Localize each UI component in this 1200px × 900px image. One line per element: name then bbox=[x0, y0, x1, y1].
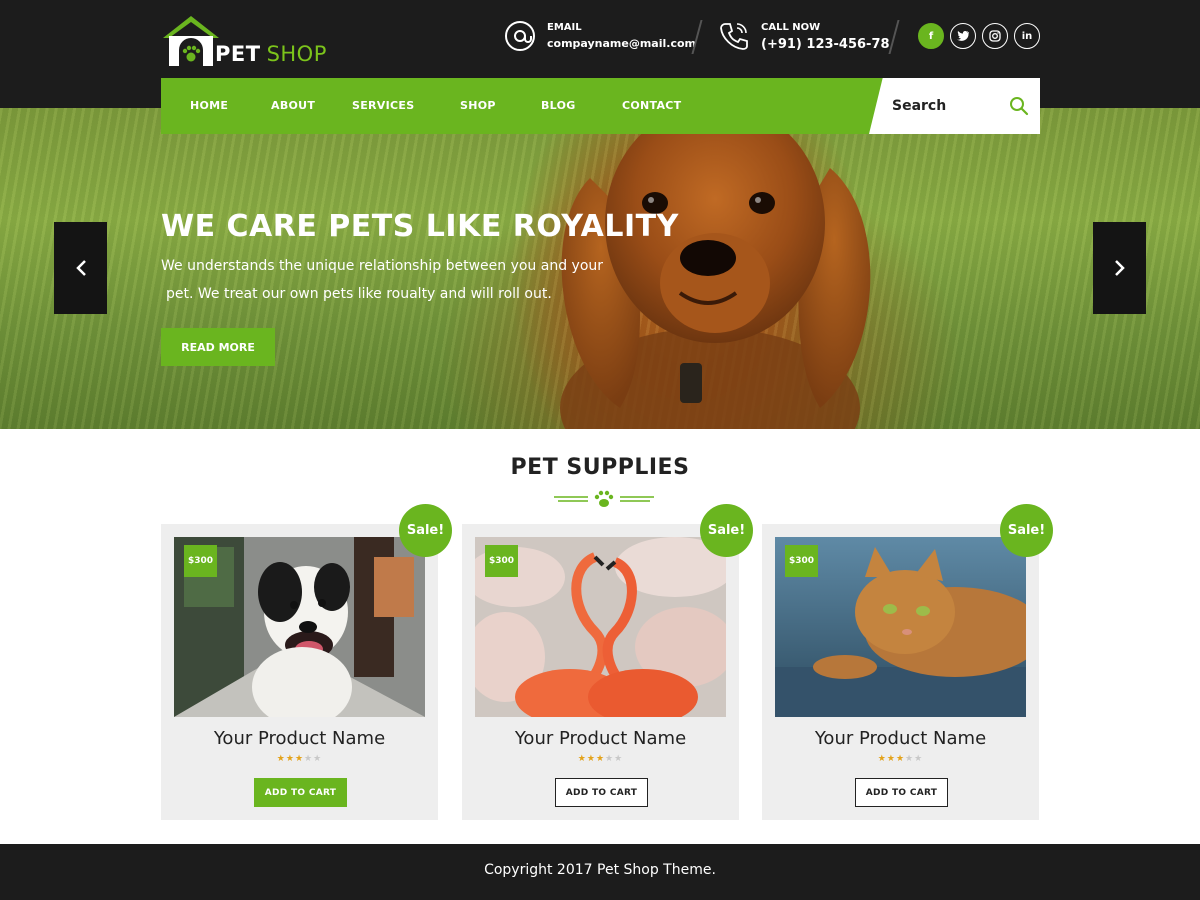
star-icon: ★ bbox=[304, 754, 314, 764]
nav-item-blog[interactable]: BLOG bbox=[541, 99, 576, 112]
main-nav: HOME ABOUT SERVICES SHOP BLOG CONTACT Se… bbox=[161, 78, 1040, 134]
search-input[interactable]: Search bbox=[869, 78, 1040, 134]
read-more-button[interactable]: READ MORE bbox=[161, 328, 275, 366]
email-label: EMAIL bbox=[547, 22, 582, 33]
footer: Copyright 2017 Pet Shop Theme. bbox=[0, 844, 1200, 900]
nav-item-services[interactable]: SERVICES bbox=[352, 99, 414, 112]
section-title-rest: SUPPLIES bbox=[566, 455, 690, 480]
product-card: $300 Sale! Your Product Name ★★★★★ ADD T… bbox=[462, 504, 753, 820]
price-badge: $300 bbox=[184, 545, 217, 577]
rating-stars: ★★★★★ bbox=[762, 754, 1039, 764]
star-icon: ★ bbox=[285, 754, 295, 764]
call-label: CALL NOW bbox=[761, 22, 821, 33]
search-icon[interactable] bbox=[1009, 96, 1029, 116]
twitter-icon[interactable] bbox=[950, 23, 976, 49]
linkedin-icon[interactable]: in bbox=[1014, 23, 1040, 49]
nav-item-home[interactable]: HOME bbox=[190, 99, 228, 112]
rating-stars: ★★★★★ bbox=[462, 754, 739, 764]
product-image-dog[interactable]: $300 bbox=[174, 537, 425, 717]
star-icon: ★ bbox=[614, 754, 624, 764]
hero-slider: WE CARE PETS LIKE ROYALITY We understand… bbox=[0, 108, 1200, 429]
at-sign-icon bbox=[505, 21, 535, 51]
product-name[interactable]: Your Product Name bbox=[462, 728, 739, 749]
sale-badge: Sale! bbox=[1000, 504, 1053, 557]
hero-title: WE CARE PETS LIKE ROYALITY bbox=[161, 209, 679, 244]
email-value[interactable]: compayname@mail.com bbox=[547, 37, 696, 50]
nav-item-about[interactable]: ABOUT bbox=[271, 99, 315, 112]
star-icon: ★ bbox=[877, 754, 887, 764]
chevron-left-icon bbox=[75, 260, 86, 276]
star-icon: ★ bbox=[905, 754, 915, 764]
instagram-icon[interactable] bbox=[982, 23, 1008, 49]
site-logo[interactable]: PET SHOP bbox=[161, 14, 341, 70]
star-icon: ★ bbox=[586, 754, 596, 764]
copyright-text: Copyright 2017 Pet Shop Theme. bbox=[484, 862, 716, 878]
rating-stars: ★★★★★ bbox=[161, 754, 438, 764]
chevron-right-icon bbox=[1114, 260, 1125, 276]
brand-name-part1: PET bbox=[215, 42, 261, 66]
call-value[interactable]: (+91) 123-456-78 bbox=[761, 37, 890, 52]
search-placeholder: Search bbox=[892, 98, 947, 114]
add-to-cart-button[interactable]: ADD TO CART bbox=[254, 778, 347, 807]
brand-name-part2: SHOP bbox=[266, 42, 327, 66]
paw-divider-icon bbox=[554, 490, 654, 507]
header-divider bbox=[888, 20, 900, 54]
star-icon: ★ bbox=[276, 754, 286, 764]
add-to-cart-button[interactable]: ADD TO CART bbox=[555, 778, 648, 807]
price-badge: $300 bbox=[785, 545, 818, 577]
phone-icon bbox=[720, 23, 748, 50]
brand-name: PET SHOP bbox=[215, 42, 327, 66]
star-icon: ★ bbox=[886, 754, 896, 764]
star-icon: ★ bbox=[294, 754, 305, 764]
section-title: PET SUPPLIES bbox=[0, 455, 1200, 480]
slider-next-button[interactable] bbox=[1093, 222, 1146, 314]
price-badge: $300 bbox=[485, 545, 518, 577]
product-card: $300 Sale! Your Product Name ★★★★★ ADD T… bbox=[762, 504, 1053, 820]
facebook-icon[interactable]: f bbox=[918, 23, 944, 49]
sale-badge: Sale! bbox=[700, 504, 753, 557]
star-icon: ★ bbox=[605, 754, 615, 764]
hero-description-line2: pet. We treat our own pets like roualty … bbox=[166, 286, 552, 302]
nav-item-shop[interactable]: SHOP bbox=[460, 99, 496, 112]
product-name[interactable]: Your Product Name bbox=[762, 728, 1039, 749]
sale-badge: Sale! bbox=[399, 504, 452, 557]
hero-description-line1: We understands the unique relationship b… bbox=[161, 258, 604, 274]
dog-house-icon bbox=[163, 16, 219, 66]
star-icon: ★ bbox=[313, 754, 323, 764]
star-icon: ★ bbox=[914, 754, 924, 764]
product-image-flamingo[interactable]: $300 bbox=[475, 537, 726, 717]
star-icon: ★ bbox=[577, 754, 587, 764]
product-card: $300 Sale! Your Product Name ★★★★★ ADD T… bbox=[161, 504, 452, 820]
product-name[interactable]: Your Product Name bbox=[161, 728, 438, 749]
slider-prev-button[interactable] bbox=[54, 222, 107, 314]
section-title-bold: PET bbox=[510, 455, 559, 480]
star-icon: ★ bbox=[895, 754, 906, 764]
product-image-cat[interactable]: $300 bbox=[775, 537, 1026, 717]
add-to-cart-button[interactable]: ADD TO CART bbox=[855, 778, 948, 807]
nav-item-contact[interactable]: CONTACT bbox=[622, 99, 681, 112]
star-icon: ★ bbox=[595, 754, 606, 764]
